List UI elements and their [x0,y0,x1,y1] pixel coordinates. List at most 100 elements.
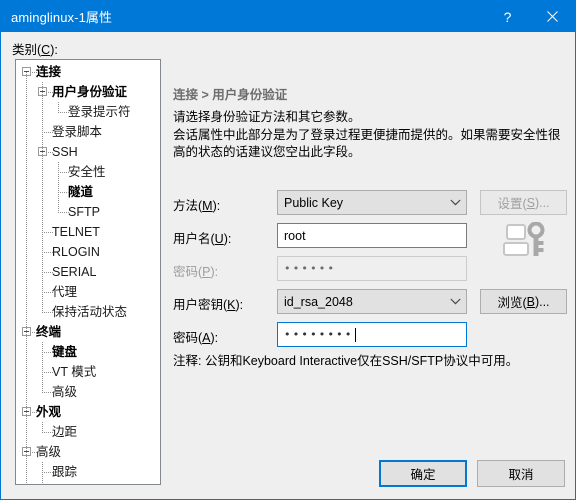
tree-item[interactable]: SERIAL [16,262,160,282]
tree-item-label: 高级 [36,445,62,459]
tree-item[interactable]: 日志记录 [16,482,160,484]
userkey-row: 用户密钥(K): id_rsa_2048 浏览(B)... [173,289,567,317]
browse-label-key: B [526,294,535,309]
method-label-key: M [202,199,213,213]
tree-item[interactable]: 登录提示符 [16,102,160,122]
category-tree-inner: 连接用户身份验证登录提示符登录脚本 SSH 安全性隧道 SFTP TELNET RLOGI… [16,60,160,484]
method-select[interactable]: Public Key [277,190,467,215]
browse-button[interactable]: 浏览(B)... [480,289,567,314]
tree-item[interactable]: TELNET [16,222,160,242]
username-input[interactable]: root [277,223,467,248]
passphrase-masked-value: •••••••• [284,328,354,341]
passphrase-row: 密码(A): •••••••• [173,322,567,350]
tree-item[interactable]: 代理 [16,282,160,302]
tree-connector-line [32,72,38,73]
tree-connector-line [42,312,53,313]
tree-item-label: 跟踪 [52,465,78,479]
tree-item-label: SSH [52,145,78,159]
tree-item[interactable]: 隧道 [16,182,160,202]
password-label-pre: 密码( [173,265,203,279]
userkey-select[interactable]: id_rsa_2048 [277,289,467,314]
tree-item[interactable]: 用户身份验证 [16,82,160,102]
tree-connector-line [48,92,54,93]
chevron-down-icon [444,298,466,305]
tree-item-label: 高级 [52,385,78,399]
tree-connector-line [42,472,53,473]
tree-item-label: 日志记录 [52,482,102,484]
settings-button[interactable]: 设置(S)... [480,190,567,215]
username-label: 用户名(U): [173,228,231,247]
tree-item-label: 终端 [36,325,62,339]
help-button[interactable]: ? [485,1,530,32]
breadcrumb: 连接 > 用户身份验证 [173,88,288,102]
dialog-body: 类别(C): 连接用户身份验证登录提示符登录脚本 SSH 安全性隧道 SFTP TELN… [1,32,575,499]
settings-label-pre: 设置( [497,197,527,211]
username-label-pre: 用户名( [173,232,215,246]
tree-connector-line [58,212,69,213]
settings-label-key: S [526,195,535,210]
settings-label-post: )... [534,195,550,210]
note-text: 注释: 公钥和Keyboard Interactive仅在SSH/SFTP协议中… [173,354,519,368]
tree-connector-line [42,132,53,133]
tree-item-label: TELNET [52,225,100,239]
titlebar: aminglinux-1属性 ? [1,1,575,32]
browse-label-pre: 浏览( [497,296,527,310]
userkey-value: id_rsa_2048 [284,294,353,309]
password-label-key: P [202,265,211,279]
ok-button[interactable]: 确定 [379,460,467,487]
tree-item-label: 键盘 [52,345,78,359]
tree-item[interactable]: 跟踪 [16,462,160,482]
tree-item[interactable]: 边距 [16,422,160,442]
browse-label-post: )... [534,294,550,309]
close-icon [547,11,558,22]
passphrase-label-key: A [202,331,211,345]
tree-item[interactable]: 高级 [16,382,160,402]
tree-connector-line [58,112,69,113]
dialog-button-bar: 确定 取消 [379,460,565,487]
tree-item-label: 登录脚本 [52,125,103,139]
method-label-pre: 方法( [173,199,203,213]
tree-item[interactable]: 键盘 [16,342,160,362]
tree-connector-line [26,72,27,484]
tree-connector-line [42,272,53,273]
properties-dialog: aminglinux-1属性 ? 类别(C): 连接用户身份验证登录提示符登录脚… [0,0,576,500]
tree-connector-line [42,462,43,484]
tree-item[interactable]: SSH [16,142,160,162]
passphrase-label-post: ): [210,331,219,345]
category-label: 类别(C): [12,39,58,58]
tree-item[interactable]: 保持活动状态 [16,302,160,322]
tree-connector-line [42,372,53,373]
username-label-key: U [214,232,224,246]
passphrase-label-pre: 密码( [173,331,203,345]
question-mark-icon: ? [503,8,512,25]
password-label-post: ): [210,265,219,279]
tree-connector-line [58,172,69,173]
tree-item-label: VT 模式 [52,365,97,379]
userkey-label-pre: 用户密钥( [173,298,228,312]
passphrase-input[interactable]: •••••••• [277,322,467,347]
tree-item[interactable]: VT 模式 [16,362,160,382]
password-masked-value: •••••• [284,262,337,275]
tree-item[interactable]: 登录脚本 [16,122,160,142]
tree-item-label: 外观 [36,405,62,419]
method-row: 方法(M): Public Key 设置(S)... [173,190,567,218]
method-label-post: ): [212,199,221,213]
description-line-1: 请选择身份验证方法和其它参数。 [173,110,361,124]
category-tree[interactable]: 连接用户身份验证登录提示符登录脚本 SSH 安全性隧道 SFTP TELNET RLOGI… [15,59,161,485]
tree-item[interactable]: SFTP [16,202,160,222]
tree-item-label: 登录提示符 [68,105,131,119]
tree-item[interactable]: RLOGIN [16,242,160,262]
cancel-button[interactable]: 取消 [477,460,565,487]
tree-connector-line [32,452,38,453]
method-label: 方法(M): [173,195,220,214]
text-caret [354,327,356,342]
tree-item-label: 用户身份验证 [52,85,128,99]
username-value: root [284,228,306,243]
tree-connector-line [42,232,53,233]
userkey-label-post: ): [235,298,244,312]
tree-item-label: 连接 [36,65,62,79]
tree-item[interactable]: 安全性 [16,162,160,182]
method-value: Public Key [284,195,344,210]
close-button[interactable] [530,1,575,32]
tree-item-label: 隧道 [68,185,94,199]
